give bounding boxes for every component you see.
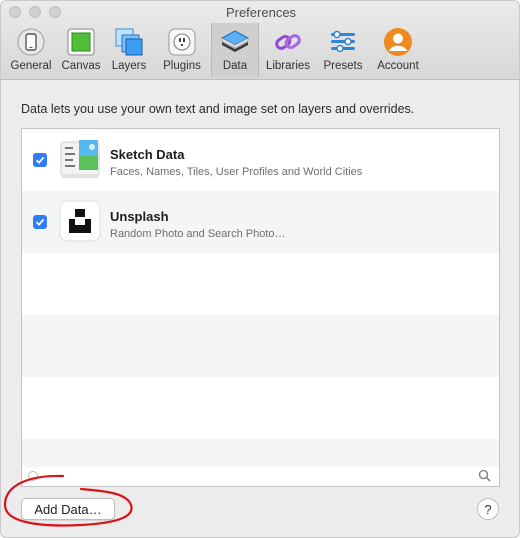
enable-checkbox[interactable] [33, 153, 47, 167]
sliders-icon [328, 27, 358, 57]
tab-data[interactable]: Data [211, 23, 259, 77]
source-title: Sketch Data [110, 147, 185, 162]
empty-row [22, 253, 499, 315]
link-icon [273, 27, 303, 57]
tab-plugins[interactable]: Plugins [153, 23, 211, 77]
tab-canvas[interactable]: Canvas [57, 23, 105, 77]
list-item[interactable]: Sketch Data Faces, Names, Tiles, User Pr… [22, 129, 499, 191]
search-icon[interactable] [478, 469, 491, 487]
data-description: Data lets you use your own text and imag… [21, 102, 415, 116]
list-item[interactable]: Unsplash Random Photo and Search Photo… [22, 191, 499, 253]
preferences-window: Preferences General Canvas Layers Plugin… [0, 0, 520, 538]
tab-general[interactable]: General [5, 23, 57, 77]
account-icon [383, 27, 413, 57]
empty-row [22, 439, 499, 467]
empty-row [22, 377, 499, 439]
add-data-button[interactable]: Add Data… [21, 498, 115, 520]
plug-icon [167, 27, 197, 57]
unsplash-icon [59, 200, 101, 242]
preferences-toolbar: General Canvas Layers Plugins Data Libra… [5, 23, 427, 77]
data-icon [220, 27, 250, 57]
source-title: Unsplash [110, 209, 169, 224]
checkmark-icon [35, 156, 45, 164]
tab-presets[interactable]: Presets [317, 23, 369, 77]
checkmark-icon [35, 218, 45, 226]
enable-checkbox[interactable] [33, 215, 47, 229]
layers-icon [114, 27, 144, 57]
source-subtitle: Random Photo and Search Photo… [110, 228, 286, 240]
window-title: Preferences [225, 5, 297, 20]
title-bar: Preferences General Canvas Layers Plugin… [1, 1, 519, 80]
tab-libraries[interactable]: Libraries [259, 23, 317, 77]
source-subtitle: Faces, Names, Tiles, User Profiles and W… [110, 166, 363, 178]
list-footer [21, 467, 500, 487]
help-button[interactable]: ? [477, 498, 499, 520]
data-sources-list: Sketch Data Faces, Names, Tiles, User Pr… [21, 128, 500, 468]
remove-icon[interactable] [28, 471, 38, 481]
empty-row [22, 315, 499, 377]
phone-icon [16, 27, 46, 57]
canvas-icon [66, 27, 96, 57]
tab-layers[interactable]: Layers [105, 23, 153, 77]
tab-account[interactable]: Account [369, 23, 427, 77]
sketch-data-icon [59, 138, 101, 180]
